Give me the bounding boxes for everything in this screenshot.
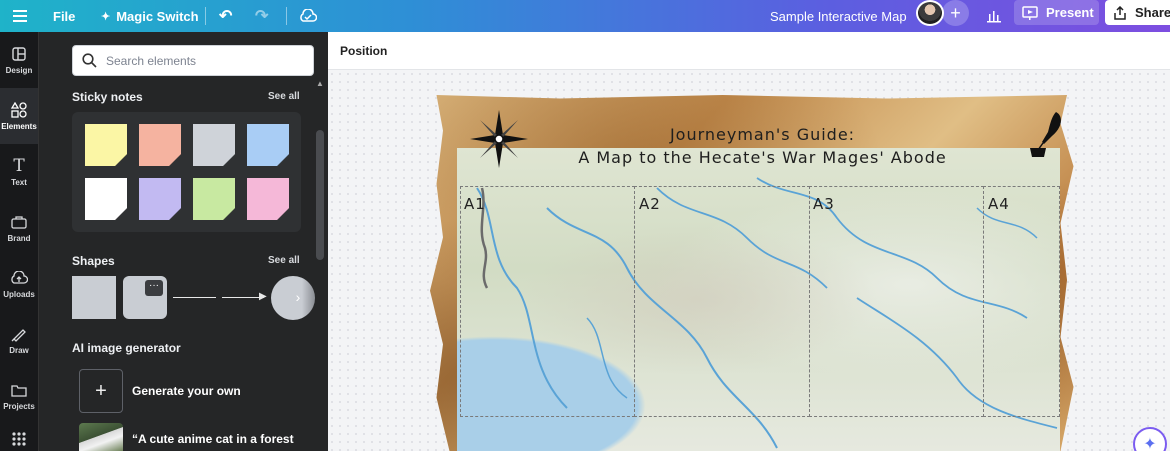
grid-cell-a3[interactable] xyxy=(809,186,984,417)
shapes-title: Shapes xyxy=(72,254,115,268)
rail-label: Elements xyxy=(1,122,37,131)
shapes-see-all[interactable]: See all xyxy=(268,255,300,266)
document-title[interactable]: Sample Interactive Map xyxy=(770,0,907,32)
rail-label: Design xyxy=(5,66,33,75)
rail-label: Draw xyxy=(9,346,29,355)
redo-button[interactable]: ↷ xyxy=(255,0,268,32)
chevron-right-icon[interactable]: › xyxy=(289,287,307,307)
generate-own-button[interactable]: + xyxy=(79,369,123,413)
sparkle-icon: ✦ xyxy=(1143,436,1157,451)
sticky-notes-see-all[interactable]: See all xyxy=(268,91,300,102)
insights-button[interactable] xyxy=(980,0,1008,32)
sticky-notes-grid xyxy=(72,112,301,232)
hamburger-icon xyxy=(13,10,27,22)
layout-icon xyxy=(10,45,28,63)
sticky-note-blue[interactable] xyxy=(247,124,289,166)
menu-button[interactable] xyxy=(13,0,27,32)
more-options-icon[interactable]: ··· xyxy=(145,280,163,296)
shape-line[interactable] xyxy=(173,297,216,298)
folder-icon xyxy=(10,381,28,399)
magic-switch-label: Magic Switch xyxy=(116,8,199,24)
canvas-toolbar xyxy=(328,32,1170,70)
rail-item-projects[interactable]: Projects xyxy=(0,368,38,424)
text-icon: T xyxy=(13,156,25,176)
present-label: Present xyxy=(1046,5,1094,20)
rail-label: Uploads xyxy=(3,290,35,299)
grid-cell-a4[interactable] xyxy=(983,186,1060,417)
rail-item-elements[interactable]: Elements xyxy=(0,88,38,144)
arrow-head-icon: ▶ xyxy=(259,291,267,302)
sticky-note-green[interactable] xyxy=(193,178,235,220)
search-icon xyxy=(82,53,97,68)
cell-label-a2: A2 xyxy=(639,195,661,213)
compass-rose-icon[interactable] xyxy=(468,108,530,170)
shape-square[interactable] xyxy=(72,276,116,319)
presentation-icon xyxy=(1022,5,1038,20)
grid-cell-a1[interactable] xyxy=(460,186,635,417)
share-upload-icon xyxy=(1114,5,1126,20)
sticky-note-salmon[interactable] xyxy=(139,124,181,166)
ai-sample-thumbnail[interactable] xyxy=(79,423,123,451)
rail-item-draw[interactable]: Draw xyxy=(0,312,38,368)
quill-inkwell-icon[interactable] xyxy=(1026,110,1066,158)
undo-button[interactable]: ↶ xyxy=(219,0,232,32)
cloud-check-icon xyxy=(300,9,317,22)
rail-label: Projects xyxy=(3,402,35,411)
rail-label: Text xyxy=(11,178,27,187)
sticky-note-gray[interactable] xyxy=(193,124,235,166)
rail-item-text[interactable]: T Text xyxy=(0,144,38,200)
bar-chart-icon xyxy=(987,11,1001,23)
pen-icon xyxy=(10,325,28,343)
map-title-line1[interactable]: Journeyman's Guide: xyxy=(540,125,985,144)
search-elements-field xyxy=(72,45,314,76)
position-button[interactable]: Position xyxy=(340,44,387,58)
top-bar: File ✦ Magic Switch ↶ ↷ Sample Interacti… xyxy=(0,0,1170,32)
file-menu[interactable]: File xyxy=(53,0,75,32)
generate-own-label[interactable]: Generate your own xyxy=(132,384,241,398)
sticky-note-yellow[interactable] xyxy=(85,124,127,166)
briefcase-icon xyxy=(10,213,28,231)
ai-sample-prompt[interactable]: “A cute anime cat in a forest xyxy=(132,432,294,446)
rail-item-design[interactable]: Design xyxy=(0,32,38,88)
cloud-save-button[interactable] xyxy=(299,0,317,32)
plus-icon: + xyxy=(95,379,107,402)
left-rail: Design Elements T Text Brand Uploads Dra… xyxy=(0,32,38,451)
apps-grid-icon xyxy=(10,430,28,448)
sticky-note-white[interactable] xyxy=(85,178,127,220)
cell-label-a3: A3 xyxy=(813,195,835,213)
ai-generator-title: AI image generator xyxy=(72,341,181,355)
rail-item-brand[interactable]: Brand xyxy=(0,200,38,256)
sticky-notes-title: Sticky notes xyxy=(72,90,143,104)
magic-wand-icon: ✦ xyxy=(101,10,111,23)
cloud-upload-icon xyxy=(10,269,28,287)
rail-item-apps[interactable] xyxy=(0,424,38,451)
add-collaborator-button[interactable]: + xyxy=(942,0,969,26)
sticky-note-pink[interactable] xyxy=(247,178,289,220)
scroll-up-arrow[interactable]: ▲ xyxy=(315,80,325,88)
panel-scrollbar[interactable] xyxy=(316,130,324,260)
sticky-note-lavender[interactable] xyxy=(139,178,181,220)
present-button[interactable]: Present xyxy=(1014,0,1099,25)
grid-cell-a2[interactable] xyxy=(634,186,810,417)
shape-arrow-line[interactable] xyxy=(222,297,264,298)
rail-label: Brand xyxy=(7,234,31,243)
rail-item-uploads[interactable]: Uploads xyxy=(0,256,38,312)
share-button[interactable]: Share xyxy=(1105,0,1170,25)
cell-label-a4: A4 xyxy=(988,195,1010,213)
divider xyxy=(286,7,287,25)
magic-switch-button[interactable]: ✦ Magic Switch xyxy=(101,0,199,32)
search-input[interactable] xyxy=(106,53,296,68)
redo-icon: ↷ xyxy=(255,8,269,25)
map-title-line2[interactable]: A Map to the Hecate's War Mages' Abode xyxy=(540,148,985,167)
plus-icon: + xyxy=(950,2,961,23)
divider xyxy=(205,7,206,25)
user-avatar[interactable] xyxy=(916,0,944,26)
shapes-icon xyxy=(10,101,28,119)
cell-label-a1: A1 xyxy=(464,195,486,213)
share-label: Share xyxy=(1135,5,1170,20)
undo-icon: ↶ xyxy=(219,8,233,25)
